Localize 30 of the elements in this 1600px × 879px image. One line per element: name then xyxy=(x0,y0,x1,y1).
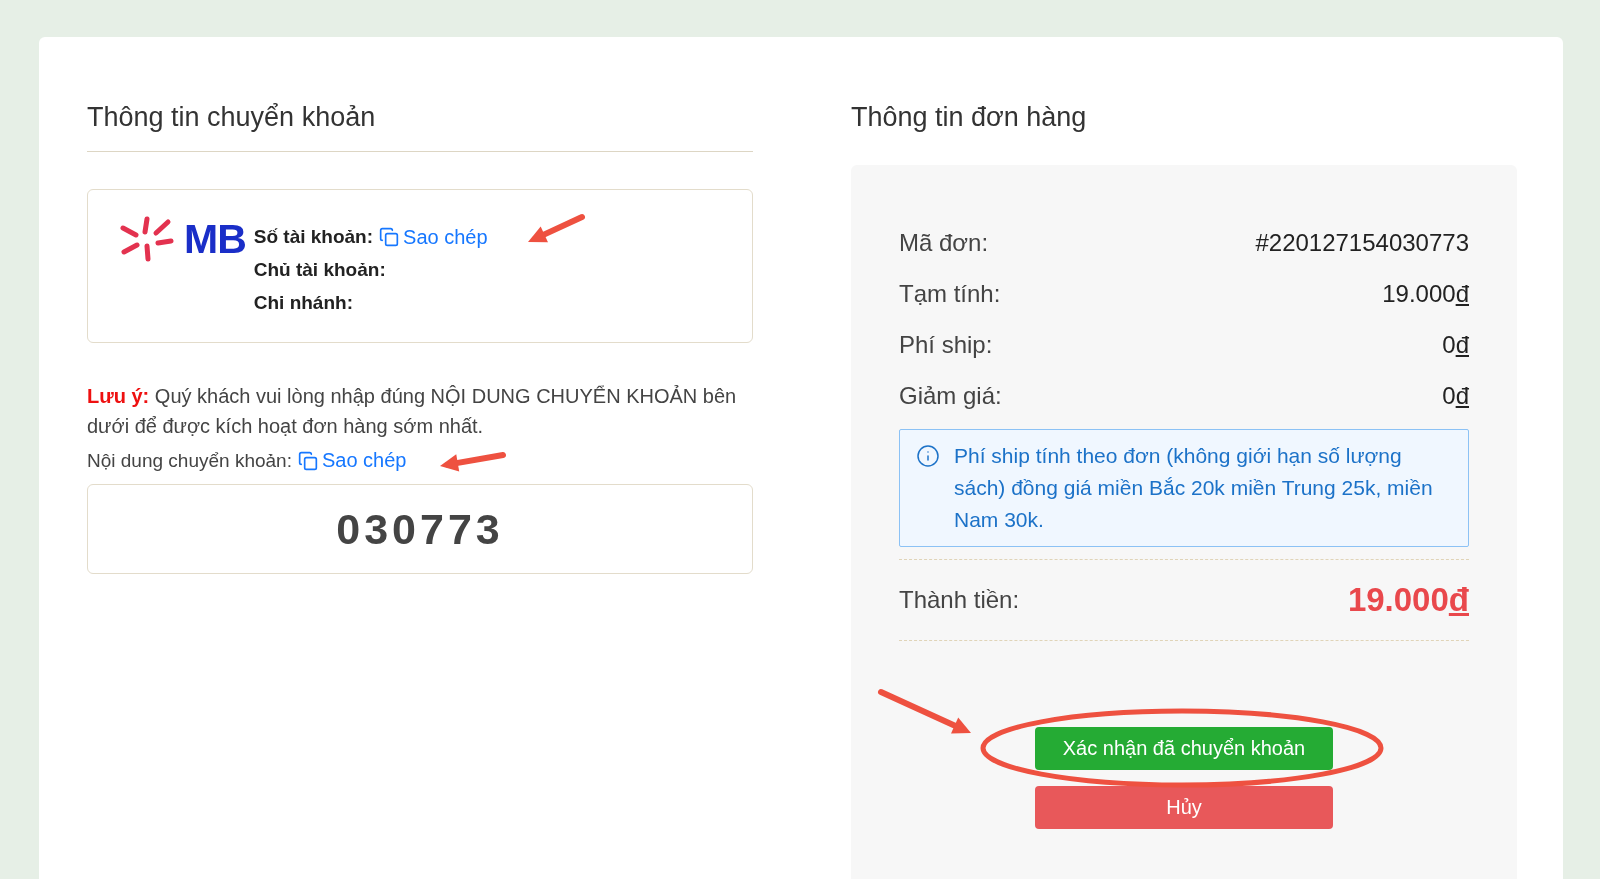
row-label: Tạm tính: xyxy=(899,279,1001,308)
bank-logo: MB xyxy=(184,215,246,263)
total-label: Thành tiền: xyxy=(899,586,1020,614)
confirm-button[interactable]: Xác nhận đã chuyển khoản xyxy=(1035,727,1333,770)
annotation-arrow xyxy=(440,452,506,472)
total-value: 19.000đ xyxy=(1347,581,1469,619)
annotation-arrow xyxy=(528,214,585,243)
row-label: Giảm giá: xyxy=(899,381,1002,410)
note-text: Lưu ý: Quý khách vui lòng nhập đúng NỘI DUNG CHUYỂN KHOẢN bên dưới để được kích hoạt đơn hàng sớm nhất. xyxy=(87,384,738,439)
row-value: 19.000đ xyxy=(1382,279,1469,308)
field-label: Chủ tài khoản: xyxy=(253,259,386,281)
row-value: 0đ xyxy=(1442,381,1469,410)
section-title: Thông tin chuyển khoản xyxy=(87,101,377,134)
info-text: Phí ship tính theo đơn (không giới hạn số lượng sách) đồng giá miền Bắc 20k miền Trung 25k, miền Nam 30k. xyxy=(954,443,1434,533)
row-label: Phí ship: xyxy=(899,330,993,359)
transfer-code: 030773 xyxy=(87,484,753,574)
info-icon xyxy=(916,444,940,468)
row-label: Mã đơn: xyxy=(899,228,989,257)
copy-link[interactable]: Sao chép xyxy=(297,449,407,472)
copy-icon xyxy=(297,450,318,471)
copy-link[interactable]: Sao chép xyxy=(379,225,488,249)
field-label: Nội dung chuyển khoản: xyxy=(87,449,292,472)
copy-icon xyxy=(379,227,400,247)
row-value: 0đ xyxy=(1442,330,1469,359)
field-label: Số tài khoản: xyxy=(253,226,374,248)
section-title: Thông tin đơn hàng xyxy=(851,101,1088,134)
row-value: #220127154030773 xyxy=(1255,228,1469,257)
star-logo-icon xyxy=(118,214,176,264)
cancel-button[interactable]: Hủy xyxy=(1035,786,1333,829)
field-label: Chi nhánh: xyxy=(253,292,353,314)
